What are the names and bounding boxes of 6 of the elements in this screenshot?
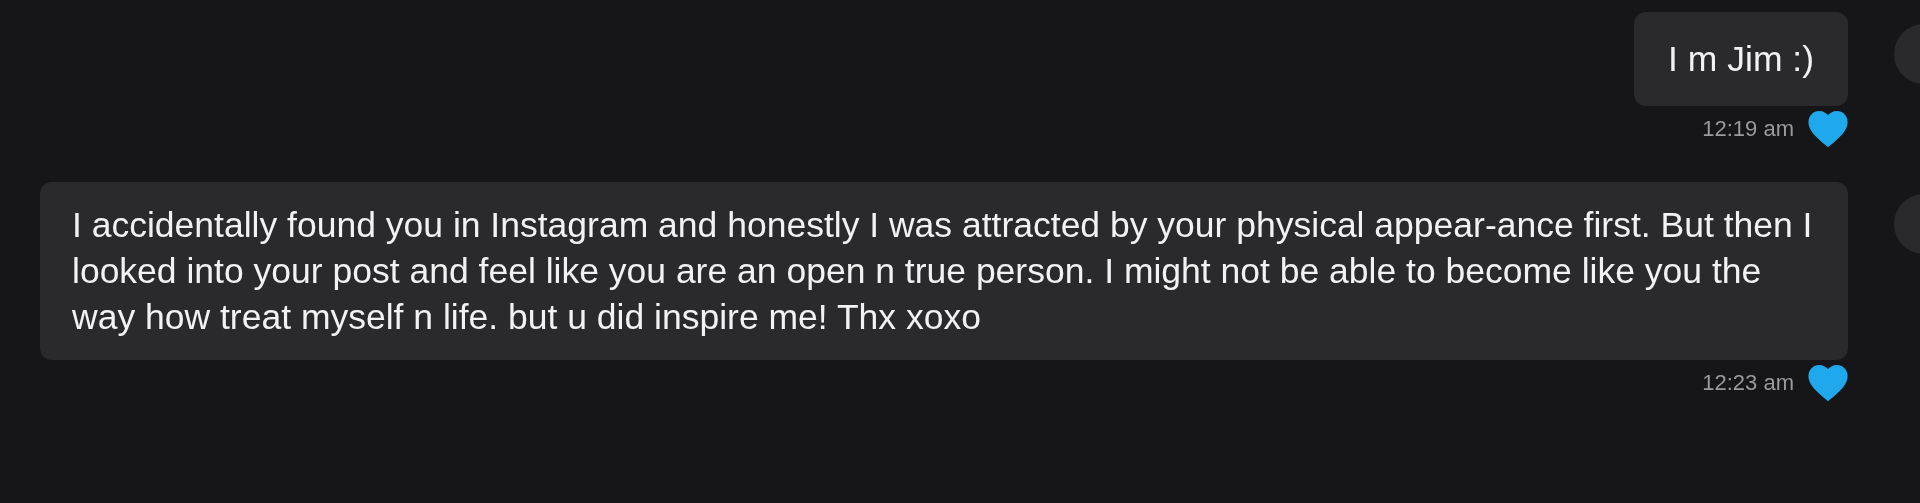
heart-icon[interactable] — [1808, 110, 1848, 148]
message-time: 12:23 am — [1702, 370, 1794, 396]
heart-icon[interactable] — [1808, 364, 1848, 402]
message-text: I m Jim :) — [1668, 38, 1814, 81]
message-time: 12:19 am — [1702, 116, 1794, 142]
message-text: I accidentally found you in Instagram and honestly I was attracted by your physical appear-ance first. But then I looked into your post and feel like you are an open n true person. I might not be able to become like you the way how treat myself n life. but u did inspire me! Thx xoxo — [72, 204, 1814, 339]
